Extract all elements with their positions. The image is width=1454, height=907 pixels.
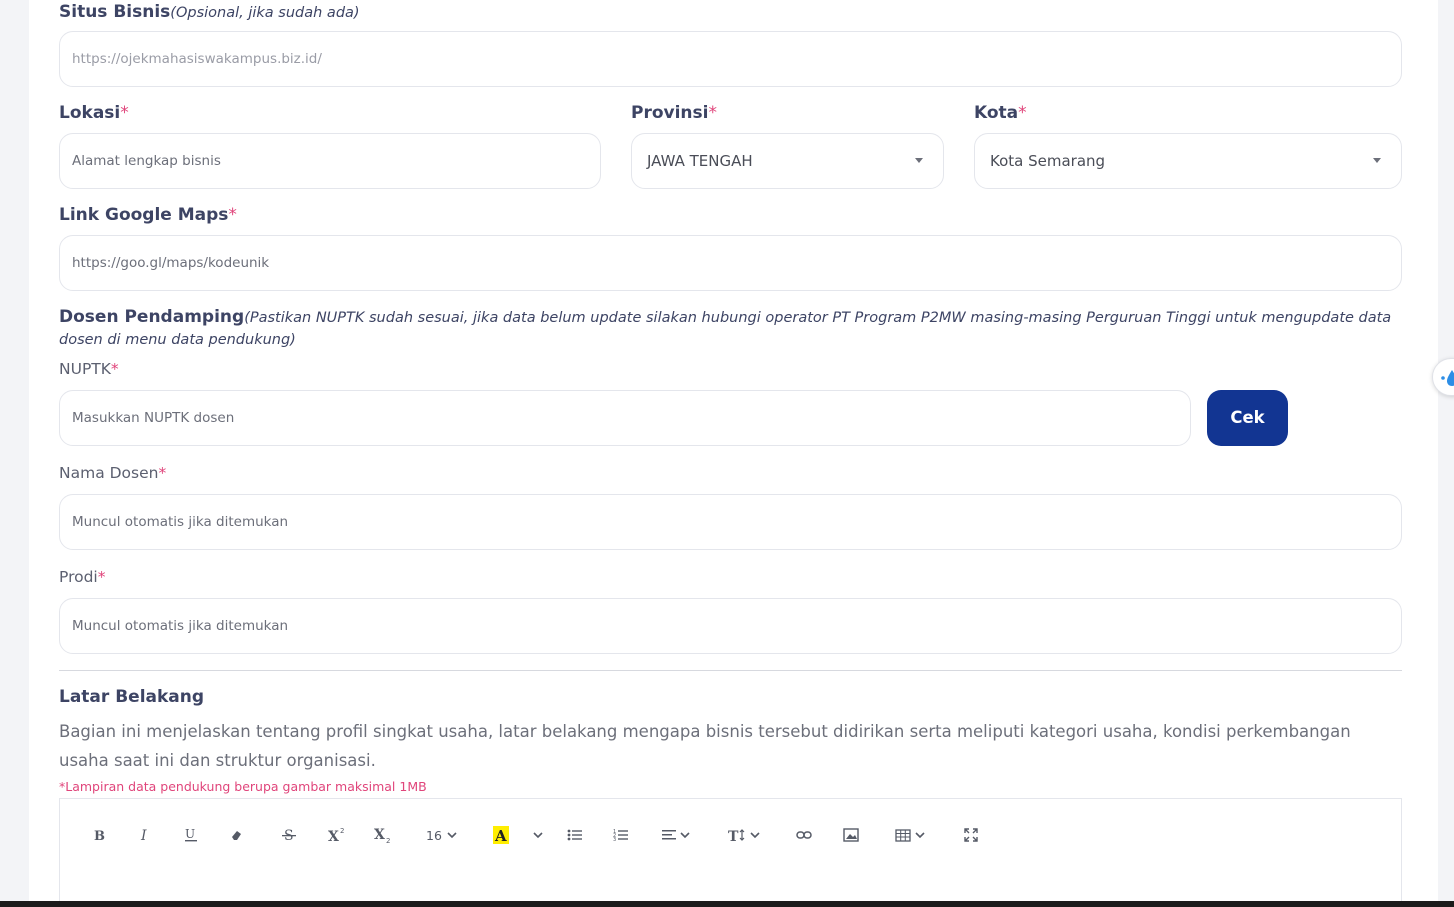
table-icon[interactable] — [893, 824, 927, 846]
italic-icon[interactable]: I — [136, 824, 154, 846]
svg-text:2: 2 — [340, 827, 344, 835]
svg-text:B: B — [94, 829, 105, 842]
numbered-list-icon[interactable]: 123 — [612, 824, 630, 846]
fullscreen-icon[interactable] — [962, 824, 980, 846]
location-label: Lokasi* — [59, 103, 129, 123]
location-input[interactable]: Alamat lengkap bisnis — [59, 133, 601, 189]
link-icon[interactable] — [795, 824, 813, 846]
line-height-icon[interactable]: T — [727, 824, 761, 846]
nuptk-placeholder: Masukkan NUPTK dosen — [72, 410, 235, 426]
maps-label: Link Google Maps* — [59, 205, 237, 225]
bullet-list-icon[interactable] — [566, 824, 584, 846]
lecturer-name-label: Nama Dosen* — [59, 464, 167, 482]
image-icon[interactable] — [842, 824, 860, 846]
svg-text:U: U — [185, 827, 195, 841]
font-size-value: 16 — [426, 827, 442, 843]
background-description: Bagian ini menjelaskan tentang profil si… — [59, 722, 1351, 770]
nuptk-label: NUPTK* — [59, 360, 119, 378]
nuptk-input[interactable]: Masukkan NUPTK dosen — [59, 390, 1191, 446]
lecturer-section-title: Dosen Pendamping(Pastikan NUPTK sudah se… — [59, 307, 1392, 327]
business-site-placeholder: https://ojekmahasiswakampus.biz.id/ — [72, 51, 322, 67]
section-divider — [59, 670, 1402, 671]
city-label: Kota* — [974, 103, 1027, 123]
bottom-taskbar — [0, 901, 1454, 907]
prodi-placeholder: Muncul otomatis jika ditemukan — [72, 618, 289, 634]
font-size-dropdown[interactable]: 16 — [424, 824, 460, 846]
business-site-label: Situs Bisnis(Opsional, jika sudah ada) — [59, 2, 360, 22]
business-site-input[interactable]: https://ojekmahasiswakampus.biz.id/ — [59, 31, 1402, 87]
prodi-input[interactable]: Muncul otomatis jika ditemukan — [59, 598, 1402, 654]
superscript-icon[interactable]: X2 — [326, 824, 348, 846]
rich-text-editor[interactable] — [59, 798, 1402, 907]
province-label: Provinsi* — [631, 103, 717, 123]
svg-text:X: X — [328, 829, 339, 843]
color-chevron-icon[interactable] — [530, 824, 546, 846]
location-placeholder: Alamat lengkap bisnis — [72, 153, 221, 169]
svg-text:X: X — [374, 827, 385, 843]
svg-text:A: A — [494, 827, 507, 844]
chevron-down-icon — [915, 158, 923, 163]
province-select[interactable]: JAWA TENGAH — [631, 133, 944, 189]
svg-text:2: 2 — [386, 837, 390, 844]
bold-icon[interactable]: B — [90, 824, 108, 846]
background-title: Latar Belakang — [59, 687, 205, 707]
attachment-note: *Lampiran data pendukung berupa gambar m… — [59, 779, 427, 794]
maps-input[interactable]: https://goo.gl/maps/kodeunik — [59, 235, 1402, 291]
highlight-color-icon[interactable]: A — [492, 824, 510, 846]
strikethrough-icon[interactable]: S — [280, 824, 298, 846]
water-drop-icon — [1441, 370, 1454, 386]
maps-placeholder: https://goo.gl/maps/kodeunik — [72, 255, 270, 271]
lecturer-name-placeholder: Muncul otomatis jika ditemukan — [72, 514, 289, 530]
subscript-icon[interactable]: X2 — [372, 824, 394, 846]
city-select[interactable]: Kota Semarang — [974, 133, 1402, 189]
align-icon[interactable] — [660, 824, 692, 846]
svg-text:3: 3 — [613, 837, 616, 842]
lecturer-hint-line2: dosen di menu data pendukung) — [59, 332, 296, 348]
chevron-down-icon — [1373, 158, 1381, 163]
svg-text:I: I — [140, 828, 147, 842]
prodi-label: Prodi* — [59, 568, 106, 586]
check-nuptk-button[interactable]: Cek — [1207, 390, 1288, 446]
city-value: Kota Semarang — [990, 152, 1106, 170]
province-value: JAWA TENGAH — [647, 152, 753, 170]
underline-icon[interactable]: U — [182, 824, 200, 846]
lecturer-name-input[interactable]: Muncul otomatis jika ditemukan — [59, 494, 1402, 550]
svg-text:T: T — [728, 829, 739, 843]
eraser-icon[interactable] — [228, 824, 246, 846]
